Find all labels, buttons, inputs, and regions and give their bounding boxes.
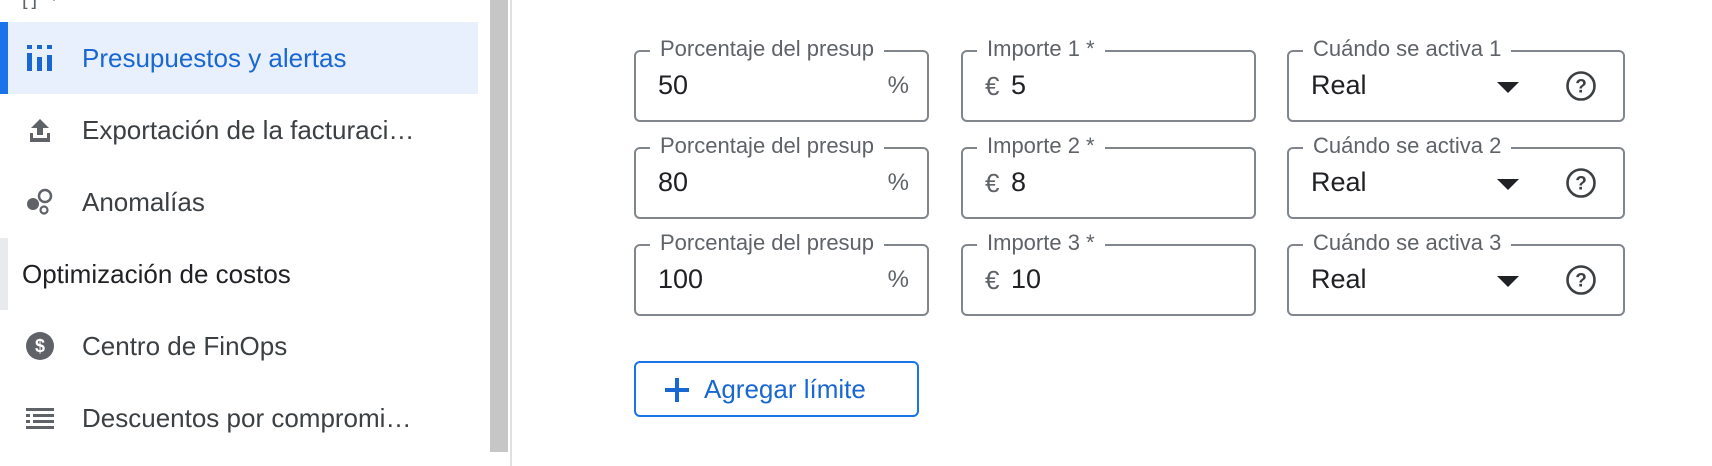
trigger-select-3[interactable]: Cuándo se activa 3 Real ?: [1287, 230, 1625, 316]
field-label: Porcentaje del presup: [650, 36, 885, 62]
sidebar-item-label: Centro de FinOps: [82, 330, 288, 361]
help-icon[interactable]: ?: [1565, 264, 1597, 296]
percent-field-1[interactable]: Porcentaje del presup 50 %: [634, 36, 929, 122]
svg-text:$: $: [35, 336, 45, 356]
clipped-nav-item: [] ·: [22, 0, 61, 11]
help-icon[interactable]: ?: [1565, 167, 1597, 199]
dropdown-arrow-icon[interactable]: [1497, 276, 1519, 287]
percent-field-2[interactable]: Porcentaje del presup 80 %: [634, 133, 929, 219]
svg-text:?: ?: [1575, 174, 1587, 195]
percent-suffix: %: [887, 72, 909, 99]
svg-text:?: ?: [1575, 77, 1587, 98]
field-label: Cuándo se activa 2: [1303, 133, 1512, 159]
field-value: Real: [1311, 70, 1367, 100]
trigger-select-1[interactable]: Cuándo se activa 1 Real ?: [1287, 36, 1625, 122]
sidebar-item-finops-hub[interactable]: $ Centro de FinOps: [0, 310, 480, 382]
sidebar-item-label: Descuentos por compromi…: [82, 402, 412, 433]
sidebar-item-commitment-discounts[interactable]: Descuentos por compromi…: [0, 382, 480, 454]
field-label: Porcentaje del presup: [650, 230, 885, 256]
percent-suffix: %: [887, 169, 909, 196]
budget-bars-icon: [24, 42, 56, 74]
field-value: 50: [658, 70, 689, 100]
help-icon[interactable]: ?: [1565, 70, 1597, 102]
trigger-select-2[interactable]: Cuándo se activa 2 Real ?: [1287, 133, 1625, 219]
field-label: Cuándo se activa 3: [1303, 230, 1512, 256]
field-value: 10: [1011, 264, 1042, 294]
currency-prefix: €: [985, 71, 1000, 101]
sidebar-nav: [] · Presupuestos y alertas Exportación …: [0, 0, 480, 466]
svg-text:?: ?: [1575, 271, 1587, 292]
field-value: 80: [658, 167, 689, 197]
section-header-cost-optimization[interactable]: Optimización de costos: [0, 238, 480, 310]
list-icon: [24, 402, 56, 434]
field-label: Importe 2 *: [977, 133, 1105, 159]
field-value: Real: [1311, 264, 1367, 294]
sidebar-item-label: Anomalías: [82, 186, 205, 217]
sidebar-scrollbar[interactable]: [490, 0, 508, 452]
currency-prefix: €: [985, 168, 1000, 198]
anomalies-icon: [24, 186, 56, 218]
currency-prefix: €: [985, 265, 1000, 295]
sidebar-item-budgets-alerts[interactable]: Presupuestos y alertas: [0, 22, 478, 94]
add-threshold-button[interactable]: Agregar límite: [634, 361, 919, 417]
dropdown-arrow-icon[interactable]: [1497, 179, 1519, 190]
sidebar-item-anomalies[interactable]: Anomalías: [0, 166, 480, 238]
amount-field-2[interactable]: Importe 2 * € 8: [961, 133, 1256, 219]
sidebar-item-billing-export[interactable]: Exportación de la facturaci…: [0, 94, 480, 166]
panel-divider: [510, 0, 512, 466]
dollar-circle-icon: $: [24, 330, 56, 362]
field-value: 100: [658, 264, 704, 294]
percent-suffix: %: [887, 266, 909, 293]
field-label: Importe 3 *: [977, 230, 1105, 256]
amount-field-1[interactable]: Importe 1 * € 5: [961, 36, 1256, 122]
field-label: Importe 1 *: [977, 36, 1105, 62]
field-value: Real: [1311, 167, 1367, 197]
add-threshold-label: Agregar límite: [704, 373, 866, 404]
plus-icon: [665, 378, 689, 402]
sidebar-item-label: Exportación de la facturaci…: [82, 114, 415, 145]
field-label: Cuándo se activa 1: [1303, 36, 1512, 62]
sidebar-item-label: Presupuestos y alertas: [82, 42, 347, 73]
section-label: Optimización de costos: [22, 258, 291, 289]
dropdown-arrow-icon[interactable]: [1497, 82, 1519, 93]
field-value: 8: [1011, 167, 1027, 197]
field-value: 5: [1011, 70, 1027, 100]
amount-field-3[interactable]: Importe 3 * € 10: [961, 230, 1256, 316]
percent-field-3[interactable]: Porcentaje del presup 100 %: [634, 230, 929, 316]
field-label: Porcentaje del presup: [650, 133, 885, 159]
export-upload-icon: [24, 114, 56, 146]
